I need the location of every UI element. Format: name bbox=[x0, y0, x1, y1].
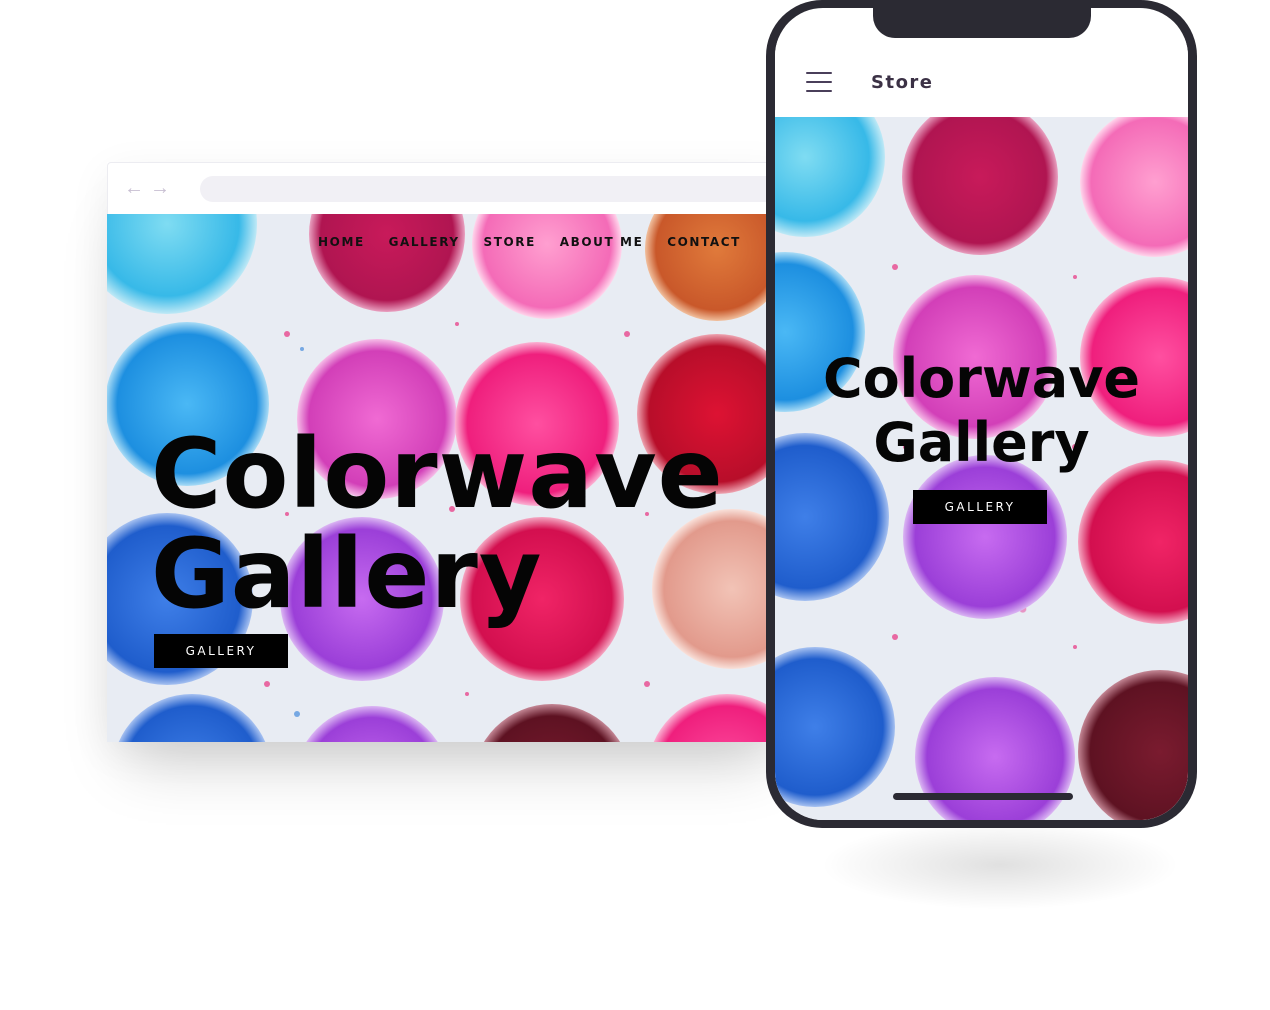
phone-notch bbox=[873, 8, 1091, 38]
address-bar[interactable] bbox=[200, 176, 800, 202]
phone-hero-title-line-2: Gallery bbox=[873, 411, 1090, 474]
phone-screen: Store Colorwave Gallery GALLERY bbox=[775, 8, 1188, 820]
hero-title-line-2: Gallery bbox=[151, 518, 543, 630]
phone-gallery-button[interactable]: GALLERY bbox=[913, 490, 1047, 524]
phone-header: Store bbox=[775, 38, 1188, 118]
hero-title-line-1: Colorwave bbox=[151, 418, 724, 530]
phone-mockup: Store Colorwave Gallery GALLERY bbox=[766, 0, 1197, 828]
phone-hero-title: Colorwave Gallery bbox=[775, 347, 1188, 475]
hamburger-menu-icon[interactable] bbox=[806, 72, 832, 92]
hero-title: Colorwave Gallery bbox=[151, 424, 724, 624]
gallery-button[interactable]: GALLERY bbox=[154, 634, 288, 668]
phone-hero: Colorwave Gallery GALLERY bbox=[775, 117, 1188, 820]
phone-hero-title-line-1: Colorwave bbox=[822, 347, 1141, 410]
nav-store[interactable]: STORE bbox=[483, 235, 535, 249]
arrow-right-icon[interactable]: → bbox=[150, 177, 176, 200]
arrow-left-icon[interactable]: ← bbox=[124, 177, 150, 200]
nav-gallery[interactable]: GALLERY bbox=[389, 235, 460, 249]
browser-nav-arrows: ←→ bbox=[124, 177, 176, 200]
site-navigation: HOME GALLERY STORE ABOUT ME CONTACT bbox=[318, 235, 759, 249]
desktop-browser-mockup: ←→ HOME GALLERY STORE ABOUT ME CONTACT C… bbox=[107, 162, 800, 742]
nav-contact[interactable]: CONTACT bbox=[667, 235, 741, 249]
phone-shadow bbox=[820, 820, 1180, 910]
nav-about[interactable]: ABOUT ME bbox=[560, 235, 644, 249]
phone-header-title: Store bbox=[871, 72, 934, 93]
browser-toolbar: ←→ bbox=[107, 162, 800, 214]
desktop-hero: HOME GALLERY STORE ABOUT ME CONTACT Colo… bbox=[107, 214, 787, 742]
home-indicator[interactable] bbox=[893, 793, 1073, 800]
nav-home[interactable]: HOME bbox=[318, 235, 365, 249]
